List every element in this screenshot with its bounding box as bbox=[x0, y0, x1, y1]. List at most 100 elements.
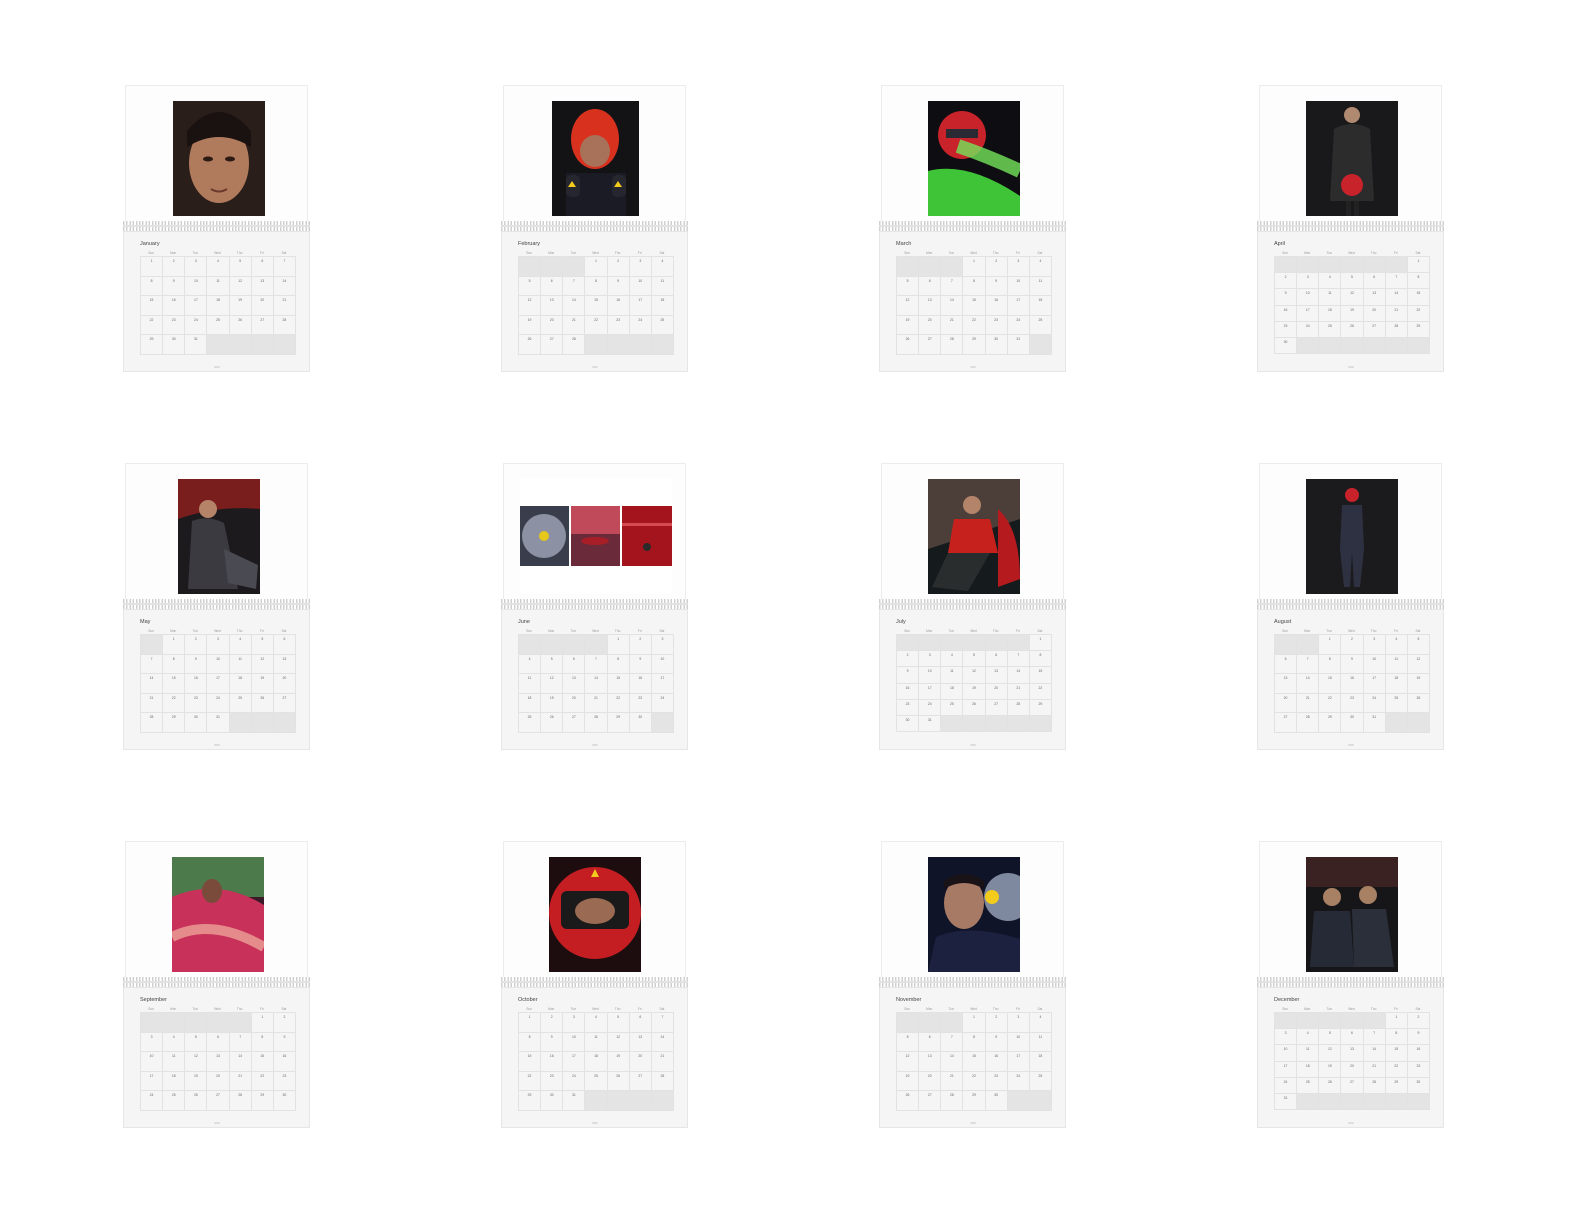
day-cell: 20 bbox=[629, 1052, 652, 1072]
day-cell: 19 bbox=[185, 1071, 208, 1091]
calendar-page-august[interactable]: August Sun Mon Tue Wed Thu Fri Sat 1 2 3 4 5 6 7 8 9 10 11… bbox=[1257, 463, 1444, 750]
day-cell: 29 bbox=[1029, 699, 1052, 716]
day-cell bbox=[1319, 257, 1342, 274]
calendar-page-march[interactable]: March Sun Mon Tue Wed Thu Fri Sat 1 2 3 4 5 6 7 8 9 10 11 1… bbox=[879, 85, 1066, 372]
day-cell bbox=[585, 335, 608, 355]
weekday-label: Tue bbox=[1326, 629, 1333, 633]
day-cell: 6 bbox=[273, 635, 296, 655]
day-cell: 28 bbox=[229, 1091, 252, 1111]
day-cell: 4 bbox=[1297, 1029, 1320, 1046]
day-cell: 15 bbox=[1319, 674, 1342, 694]
day-grid: 1 2 3 4 5 6 7 8 9 10 11 12 13 14 15 16 17 18 19 20 21 22 23 24 2… bbox=[518, 634, 674, 733]
day-cell: 29 bbox=[163, 713, 186, 733]
photo-full-body-helmet bbox=[1306, 479, 1398, 594]
day-cell: 16 bbox=[1275, 305, 1298, 322]
calendar-page-july[interactable]: July Sun Mon Tue Wed Thu Fri Sat 1 2 3 4 5 6 7 8 9 10 11 12… bbox=[879, 463, 1066, 750]
calendar-page-january[interactable]: January Sun Mon Tue Wed Thu Fri Sat 1 2 3 4 5 6 7 8 9 10 1… bbox=[123, 85, 310, 372]
hanging-notch bbox=[970, 366, 976, 368]
day-cell: 18 bbox=[1029, 296, 1052, 316]
day-cell: 30 bbox=[1275, 337, 1298, 355]
weekday-label: Thu bbox=[1370, 1007, 1377, 1011]
day-cell bbox=[1341, 337, 1364, 355]
day-cell: 18 bbox=[585, 1052, 608, 1072]
weekday-header: Sun Mon Tue Wed Thu Fri Sat bbox=[1274, 251, 1429, 255]
day-cell bbox=[207, 1013, 230, 1033]
weekday-label: Fri bbox=[1015, 1007, 1020, 1011]
day-cell bbox=[897, 1013, 920, 1033]
day-cell: 14 bbox=[1297, 674, 1320, 694]
weekday-label: Fri bbox=[637, 629, 642, 633]
hanging-notch bbox=[214, 1122, 220, 1124]
weekday-label: Tue bbox=[1326, 1007, 1333, 1011]
weekday-header: Sun Mon Tue Wed Thu Fri Sat bbox=[1274, 1007, 1429, 1011]
weekday-label: Thu bbox=[614, 1007, 621, 1011]
weekday-label: Thu bbox=[992, 629, 999, 633]
day-cell: 19 bbox=[1319, 1061, 1342, 1078]
day-cell: 24 bbox=[141, 1091, 164, 1111]
day-cell: 24 bbox=[1297, 321, 1320, 338]
day-cell: 21 bbox=[1385, 305, 1408, 322]
day-grid: 1 2 3 4 5 6 7 8 9 10 11 12 13 14 15 16 17 18 19 20 21 22 23 24 2… bbox=[140, 634, 296, 733]
day-cell: 13 bbox=[251, 276, 274, 296]
calendar-page-may[interactable]: May Sun Mon Tue Wed Thu Fri Sat 1 2 3 4 5 6 7 8 9 10 11 12 1… bbox=[123, 463, 310, 750]
day-cell: 25 bbox=[229, 693, 252, 713]
calendar-page-april[interactable]: April Sun Mon Tue Wed Thu Fri Sat 1 2 3 4 5 6 7 8 9 10 11 1… bbox=[1257, 85, 1444, 372]
day-cell: 13 bbox=[207, 1052, 230, 1072]
day-cell: 13 bbox=[563, 674, 586, 694]
day-cell: 1 bbox=[519, 1013, 542, 1033]
weekday-label: Fri bbox=[1393, 251, 1398, 255]
day-cell: 22 bbox=[607, 693, 630, 713]
calendar-page-february[interactable]: February Sun Mon Tue Wed Thu Fri Sat 1 2 3 4 5 6 7 8 9 10… bbox=[501, 85, 688, 372]
day-cell: 20 bbox=[207, 1071, 230, 1091]
day-cell bbox=[541, 257, 564, 277]
calendar-page-september[interactable]: September Sun Mon Tue Wed Thu Fri Sat 1 2 3 4 5 6 7 8 9 1… bbox=[123, 841, 310, 1128]
day-cell: 28 bbox=[941, 335, 964, 355]
day-cell: 17 bbox=[919, 683, 942, 700]
day-cell: 12 bbox=[897, 1052, 920, 1072]
day-cell: 14 bbox=[141, 674, 164, 694]
day-cell: 27 bbox=[207, 1091, 230, 1111]
day-cell: 30 bbox=[1407, 1077, 1430, 1094]
day-cell: 22 bbox=[519, 1071, 542, 1091]
weekday-label: Fri bbox=[1015, 629, 1020, 633]
day-cell bbox=[1007, 635, 1030, 652]
weekday-label: Wed bbox=[592, 1007, 599, 1011]
calendar-grid-panel: February Sun Mon Tue Wed Thu Fri Sat 1 2 3 4 5 6 7 8 9 10… bbox=[501, 231, 688, 372]
day-cell: 13 bbox=[1341, 1045, 1364, 1062]
month-title: October bbox=[518, 997, 538, 1003]
day-cell: 12 bbox=[1341, 289, 1364, 306]
weekday-label: Fri bbox=[1393, 629, 1398, 633]
day-cell bbox=[1275, 257, 1298, 274]
day-cell: 7 bbox=[1363, 1029, 1386, 1046]
day-cell: 15 bbox=[963, 1052, 986, 1072]
day-cell bbox=[1363, 257, 1386, 274]
day-cell bbox=[629, 335, 652, 355]
day-cell bbox=[251, 713, 274, 733]
day-cell: 19 bbox=[607, 1052, 630, 1072]
day-cell: 17 bbox=[1363, 674, 1386, 694]
calendar-page-november[interactable]: November Sun Mon Tue Wed Thu Fri Sat 1 2 3 4 5 6 7 8 9 10… bbox=[879, 841, 1066, 1128]
day-cell: 4 bbox=[207, 257, 230, 277]
day-cell: 17 bbox=[1007, 296, 1030, 316]
month-title: January bbox=[140, 241, 160, 247]
day-cell: 4 bbox=[941, 651, 964, 668]
weekday-label: Sun bbox=[148, 251, 154, 255]
day-cell: 13 bbox=[1275, 674, 1298, 694]
day-cell: 15 bbox=[607, 674, 630, 694]
day-cell: 18 bbox=[941, 683, 964, 700]
calendar-page-october[interactable]: October Sun Mon Tue Wed Thu Fri Sat 1 2 3 4 5 6 7 8 9 10 1… bbox=[501, 841, 688, 1128]
calendar-page-june[interactable]: June Sun Mon Tue Wed Thu Fri Sat 1 2 3 4 5 6 7 8 9 10 11 12… bbox=[501, 463, 688, 750]
day-cell: 28 bbox=[563, 335, 586, 355]
weekday-label: Wed bbox=[1348, 251, 1355, 255]
day-cell: 16 bbox=[629, 674, 652, 694]
day-cell: 9 bbox=[629, 654, 652, 674]
calendar-photo-panel bbox=[503, 463, 686, 601]
weekday-label: Thu bbox=[236, 251, 243, 255]
day-cell bbox=[1341, 1093, 1364, 1111]
weekday-label: Sat bbox=[281, 629, 287, 633]
day-cell: 4 bbox=[163, 1032, 186, 1052]
day-cell: 15 bbox=[141, 296, 164, 316]
weekday-label: Thu bbox=[992, 1007, 999, 1011]
day-cell: 7 bbox=[651, 1013, 674, 1033]
calendar-page-december[interactable]: December Sun Mon Tue Wed Thu Fri Sat 1 2 3 4 5 6 7 8 9 10… bbox=[1257, 841, 1444, 1128]
